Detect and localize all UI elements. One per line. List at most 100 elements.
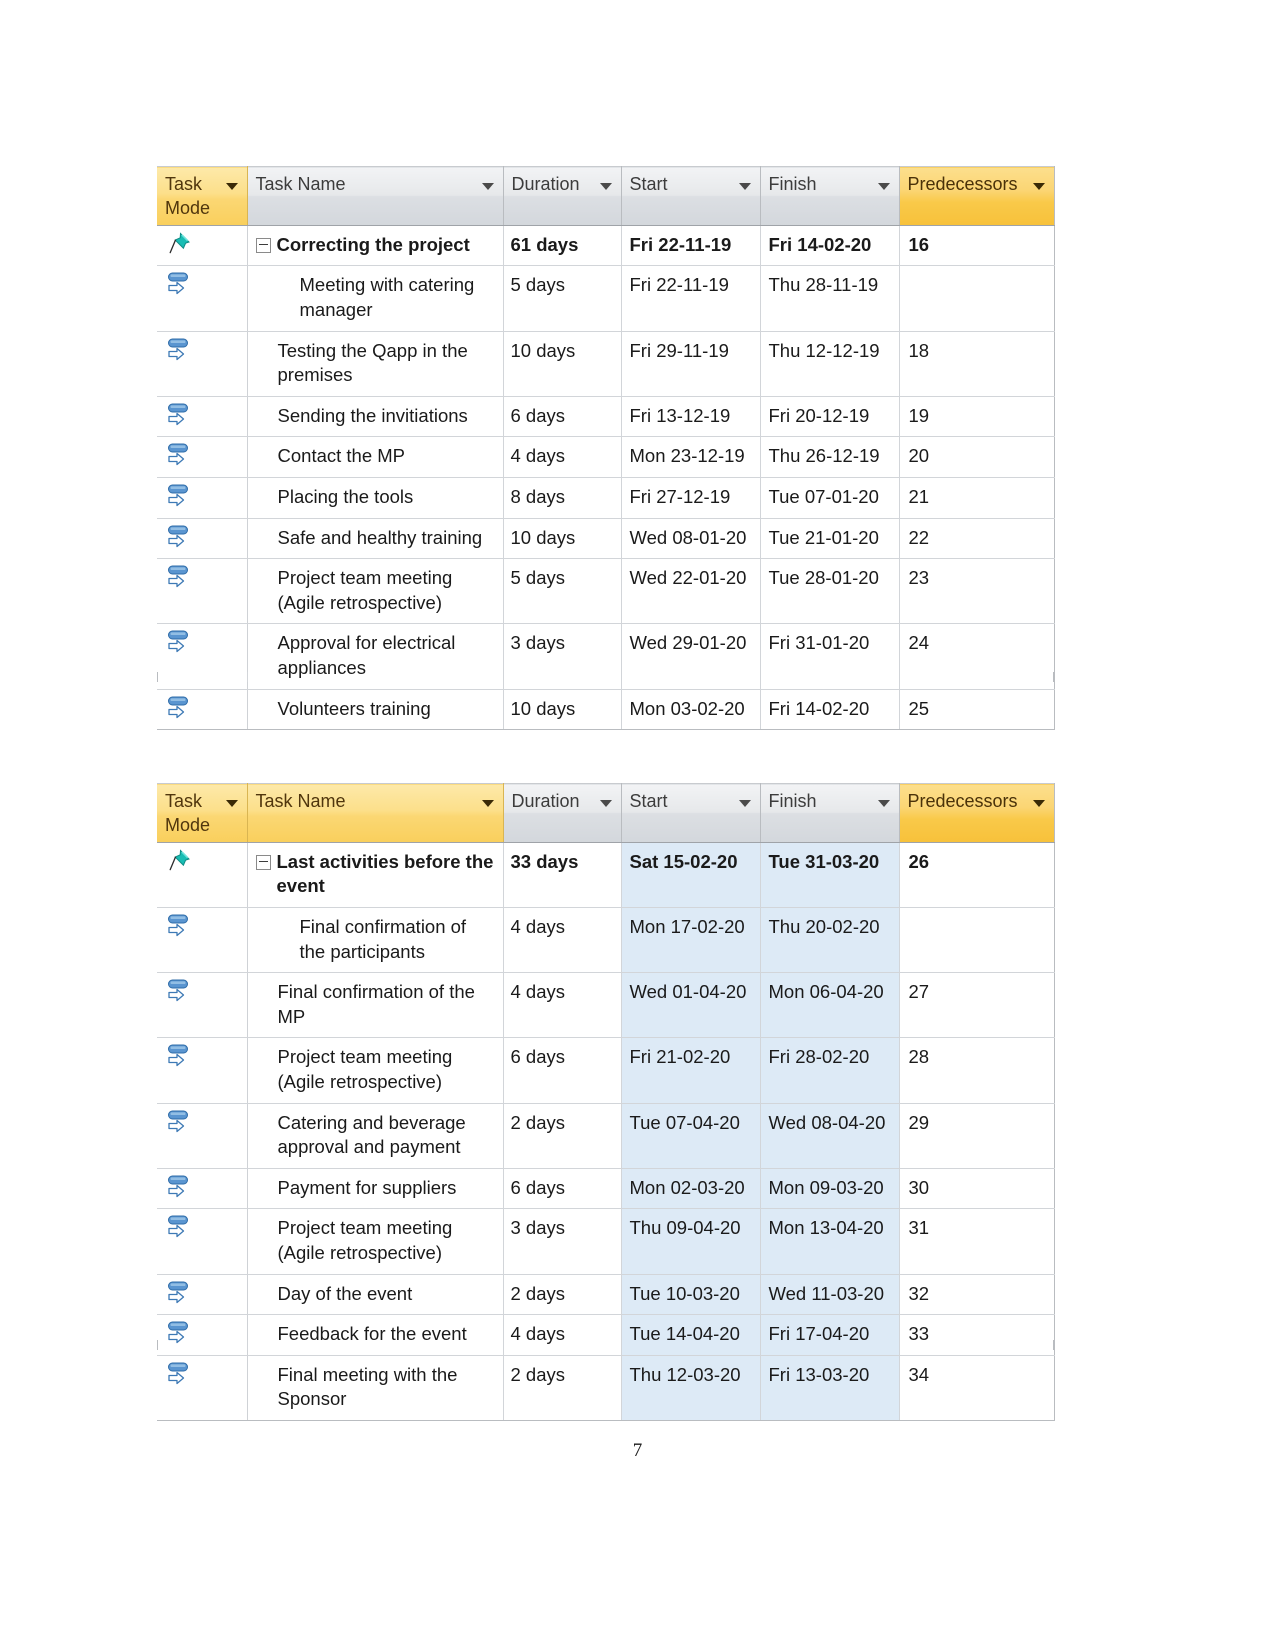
cell-finish[interactable]: Thu 12-12-19 (760, 331, 900, 397)
cell-finish[interactable]: Fri 28-02-20 (760, 1037, 900, 1104)
column-header-duration[interactable]: Duration (503, 166, 622, 226)
cell-duration[interactable]: 5 days (503, 558, 622, 625)
cell-finish[interactable]: Mon 09-03-20 (760, 1168, 900, 1210)
cell-start[interactable]: Fri 21-02-20 (621, 1037, 761, 1104)
cell-start[interactable]: Wed 08-01-20 (621, 518, 761, 560)
cell-duration[interactable]: 5 days (503, 265, 622, 332)
cell-predecessors[interactable]: 21 (899, 477, 1055, 519)
table-row[interactable]: Catering and beverage approval and payme… (157, 1103, 1055, 1169)
cell-start[interactable]: Mon 23-12-19 (621, 436, 761, 479)
cell-finish[interactable]: Mon 13-04-20 (760, 1208, 900, 1275)
cell-task-mode[interactable] (157, 1274, 248, 1316)
cell-task-mode[interactable] (157, 225, 248, 267)
cell-task-name[interactable]: Correcting the project (247, 225, 504, 267)
cell-task-mode[interactable] (157, 842, 248, 909)
cell-predecessors[interactable] (899, 265, 1055, 332)
filter-dropdown-icon[interactable] (481, 183, 494, 190)
cell-duration[interactable]: 2 days (503, 1355, 622, 1421)
table-row[interactable]: Project team meeting (Agile retrospectiv… (157, 558, 1055, 625)
cell-start[interactable]: Sat 15-02-20 (621, 842, 761, 909)
cell-duration[interactable]: 4 days (503, 436, 622, 479)
cell-duration[interactable]: 33 days (503, 842, 622, 909)
cell-start[interactable]: Fri 13-12-19 (621, 396, 761, 438)
cell-task-name[interactable]: Project team meeting (Agile retrospectiv… (247, 1037, 504, 1104)
table-row[interactable]: Project team meeting (Agile retrospectiv… (157, 1208, 1055, 1275)
cell-duration[interactable]: 6 days (503, 1037, 622, 1104)
cell-task-name[interactable]: Payment for suppliers (247, 1168, 504, 1210)
filter-dropdown-icon[interactable] (225, 183, 238, 190)
filter-dropdown-icon[interactable] (1032, 800, 1045, 807)
cell-start[interactable]: Wed 01-04-20 (621, 972, 761, 1039)
cell-duration[interactable]: 61 days (503, 225, 622, 267)
cell-task-name[interactable]: Day of the event (247, 1274, 504, 1316)
cell-finish[interactable]: Tue 07-01-20 (760, 477, 900, 519)
cell-predecessors[interactable] (899, 907, 1055, 974)
cell-predecessors[interactable]: 25 (899, 689, 1055, 731)
cell-finish[interactable]: Wed 08-04-20 (760, 1103, 900, 1169)
cell-duration[interactable]: 6 days (503, 1168, 622, 1210)
cell-predecessors[interactable]: 29 (899, 1103, 1055, 1169)
table-row[interactable]: Safe and healthy training 10 days Wed 08-0… (157, 518, 1055, 560)
cell-predecessors[interactable]: 27 (899, 972, 1055, 1039)
cell-finish[interactable]: Fri 13-03-20 (760, 1355, 900, 1421)
column-header-start[interactable]: Start (621, 783, 761, 843)
cell-task-mode[interactable] (157, 518, 248, 560)
filter-dropdown-icon[interactable] (599, 800, 612, 807)
cell-predecessors[interactable]: 19 (899, 396, 1055, 438)
filter-dropdown-icon[interactable] (599, 183, 612, 190)
cell-predecessors[interactable]: 18 (899, 331, 1055, 397)
cell-duration[interactable]: 6 days (503, 396, 622, 438)
cell-start[interactable]: Tue 10-03-20 (621, 1274, 761, 1316)
cell-predecessors[interactable]: 31 (899, 1208, 1055, 1275)
column-header-start[interactable]: Start (621, 166, 761, 226)
table-row[interactable]: Final confirmation of the MP 4 days Wed 01… (157, 972, 1055, 1039)
table-row[interactable]: Meeting with catering manager 5 days Fri 2… (157, 265, 1055, 332)
column-header-predecessors[interactable]: Predecessors (899, 783, 1055, 843)
cell-task-name[interactable]: Last activities before the event (247, 842, 504, 909)
cell-duration[interactable]: 2 days (503, 1103, 622, 1169)
cell-task-mode[interactable] (157, 1037, 248, 1104)
cell-predecessors[interactable]: 28 (899, 1037, 1055, 1104)
cell-start[interactable]: Fri 29-11-19 (621, 331, 761, 397)
cell-duration[interactable]: 10 days (503, 518, 622, 560)
cell-task-mode[interactable] (157, 331, 248, 397)
table-row[interactable]: Contact the MP 4 days Mon 23-12-19 Thu 26-1… (157, 436, 1055, 479)
cell-task-name[interactable]: Safe and healthy training (247, 518, 504, 560)
cell-task-mode[interactable] (157, 1355, 248, 1421)
cell-task-name[interactable]: Sending the invitiations (247, 396, 504, 438)
cell-duration[interactable]: 3 days (503, 1208, 622, 1275)
filter-dropdown-icon[interactable] (877, 183, 890, 190)
cell-task-mode[interactable] (157, 477, 248, 519)
filter-dropdown-icon[interactable] (738, 183, 751, 190)
cell-task-mode[interactable] (157, 689, 248, 731)
cell-finish[interactable]: Thu 20-02-20 (760, 907, 900, 974)
cell-start[interactable]: Fri 27-12-19 (621, 477, 761, 519)
cell-start[interactable]: Fri 22-11-19 (621, 225, 761, 267)
column-header-task-mode[interactable]: Task Mode (157, 783, 248, 843)
cell-finish[interactable]: Tue 21-01-20 (760, 518, 900, 560)
cell-finish[interactable]: Fri 14-02-20 (760, 689, 900, 731)
column-header-duration[interactable]: Duration (503, 783, 622, 843)
cell-task-mode[interactable] (157, 907, 248, 974)
cell-start[interactable]: Thu 12-03-20 (621, 1355, 761, 1421)
collapse-minus-icon[interactable] (255, 237, 271, 253)
column-header-finish[interactable]: Finish (760, 783, 900, 843)
cell-finish[interactable]: Wed 11-03-20 (760, 1274, 900, 1316)
cell-task-name[interactable]: Final meeting with the Sponsor (247, 1355, 504, 1421)
table-row[interactable]: Correcting the project 61 days Fri 22-11-1… (157, 225, 1055, 267)
cell-task-name[interactable]: Contact the MP (247, 436, 504, 479)
cell-task-name[interactable]: Catering and beverage approval and payme… (247, 1103, 504, 1169)
cell-predecessors[interactable]: 32 (899, 1274, 1055, 1316)
cell-task-name[interactable]: Project team meeting (Agile retrospectiv… (247, 1208, 504, 1275)
table-row[interactable]: Last activities before the event 33 days S… (157, 842, 1055, 909)
cell-task-name[interactable]: Project team meeting (Agile retrospectiv… (247, 558, 504, 625)
cell-start[interactable]: Tue 07-04-20 (621, 1103, 761, 1169)
cell-finish[interactable]: Fri 20-12-19 (760, 396, 900, 438)
cell-duration[interactable]: 2 days (503, 1274, 622, 1316)
table-row[interactable]: Volunteers training 10 days Mon 03-02-20 Fr… (157, 689, 1055, 731)
cell-predecessors[interactable]: 30 (899, 1168, 1055, 1210)
cell-predecessors[interactable]: 20 (899, 436, 1055, 479)
cell-task-name[interactable]: Testing the Qapp in the premises (247, 331, 504, 397)
filter-dropdown-icon[interactable] (1032, 183, 1045, 190)
filter-dropdown-icon[interactable] (877, 800, 890, 807)
